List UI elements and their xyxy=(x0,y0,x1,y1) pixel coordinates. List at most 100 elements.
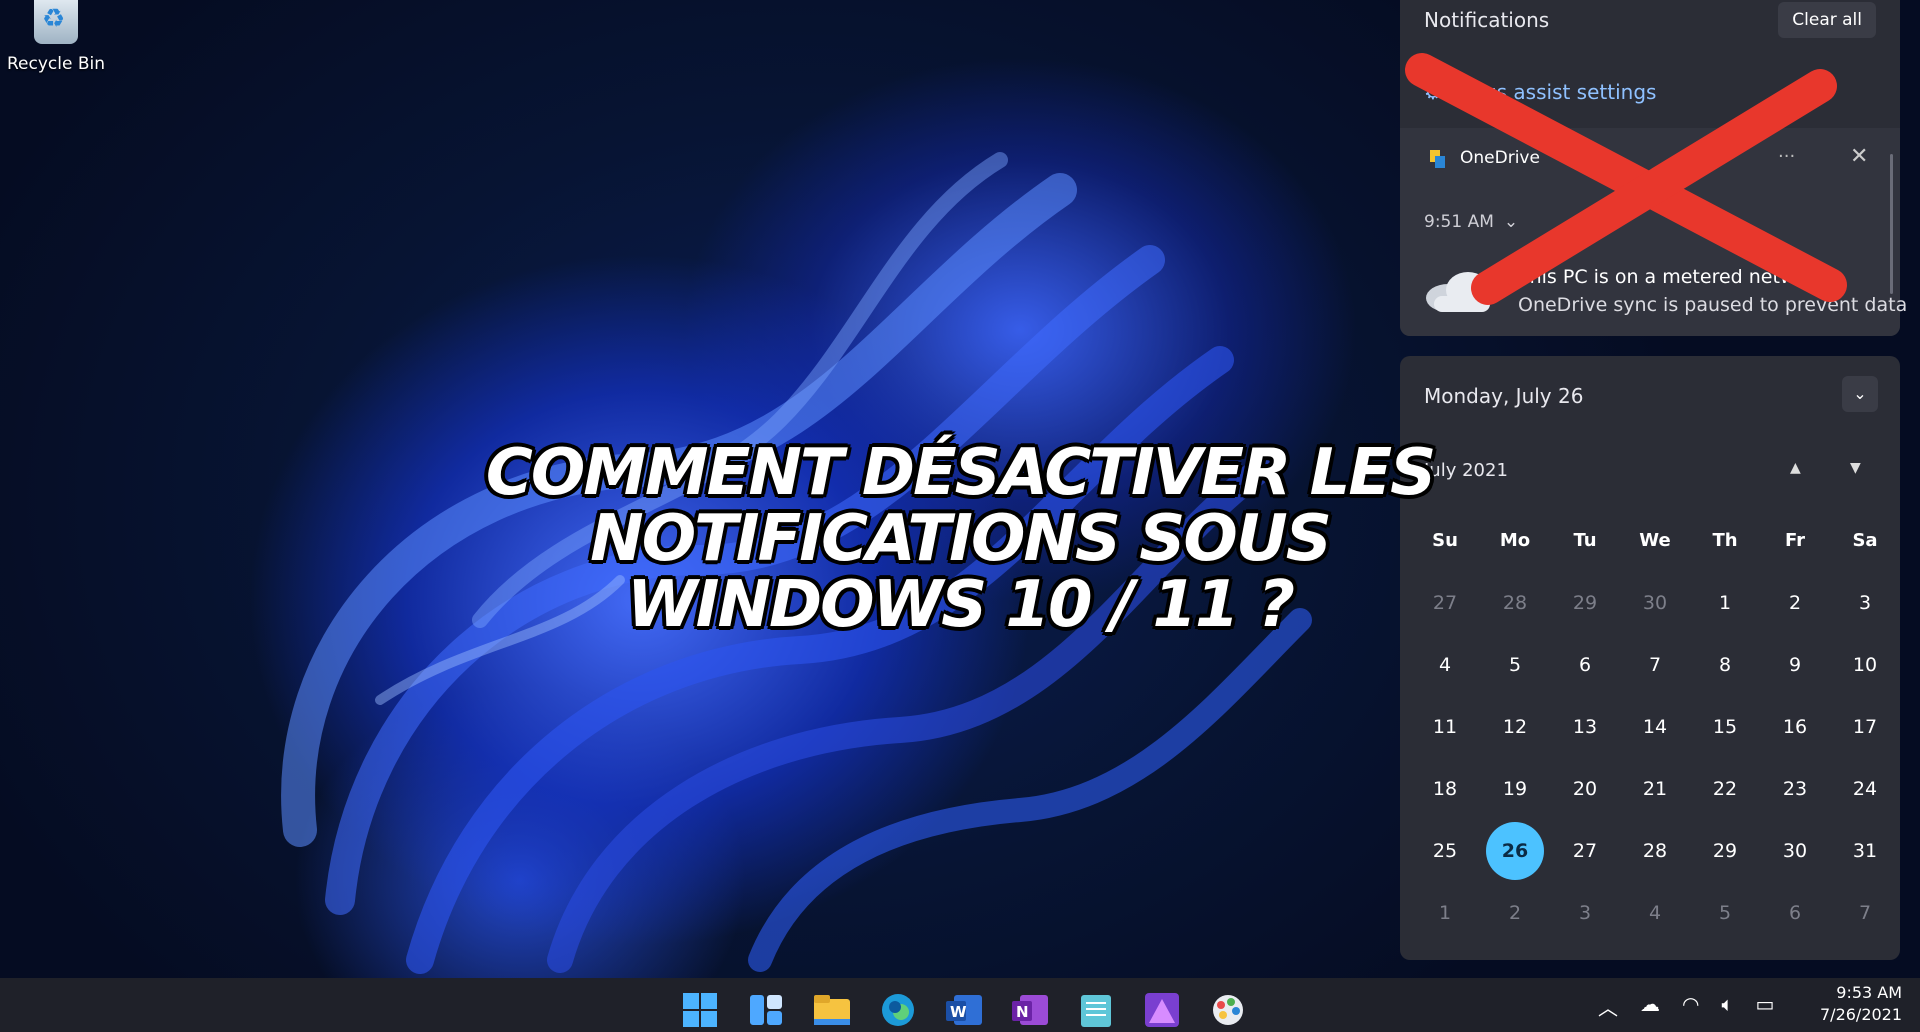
calendar-day-number: 8 xyxy=(1718,654,1732,676)
paint-icon[interactable] xyxy=(1204,988,1252,1032)
calendar-day[interactable]: 31 xyxy=(1830,820,1900,882)
chevron-up-icon[interactable]: ︿ xyxy=(1598,992,1618,1021)
calendar-day[interactable]: 16 xyxy=(1760,696,1830,758)
calendar-day-number: 6 xyxy=(1578,654,1592,676)
calendar-day[interactable]: 27 xyxy=(1550,820,1620,882)
calendar-day-number: 10 xyxy=(1852,654,1878,676)
calendar-day[interactable]: 6 xyxy=(1550,634,1620,696)
calendar-day[interactable]: 6 xyxy=(1760,882,1830,944)
calendar-day-number: 13 xyxy=(1572,716,1598,738)
widgets-icon[interactable] xyxy=(742,988,790,1032)
affinity-icon[interactable] xyxy=(1138,988,1186,1032)
recycle-bin-label: Recycle Bin xyxy=(6,54,105,74)
recycle-bin-shortcut[interactable]: Recycle Bin xyxy=(6,0,106,90)
weekday-header: We xyxy=(1639,530,1671,551)
weekday-header: Th xyxy=(1712,530,1738,551)
start-icon[interactable] xyxy=(676,988,724,1032)
calendar-day[interactable]: 20 xyxy=(1550,758,1620,820)
clear-all-button[interactable]: Clear all xyxy=(1778,2,1876,38)
onedrive-notification[interactable]: OneDrive ··· ✕ 9:51 AM ⌄ This PC is on a … xyxy=(1400,128,1907,336)
calendar-day[interactable]: 28 xyxy=(1620,820,1690,882)
collapse-calendar-button[interactable]: ⌄ xyxy=(1842,376,1878,412)
calendar-date-header: Monday, July 26 xyxy=(1424,384,1584,408)
focus-assist-settings-link[interactable]: ⚙ Focus assist settings xyxy=(1424,80,1656,104)
calendar-day-number: 24 xyxy=(1852,778,1878,800)
svg-text:W: W xyxy=(950,1003,967,1021)
svg-text:N: N xyxy=(1016,1003,1029,1021)
calendar-day[interactable]: 7 xyxy=(1830,882,1900,944)
calendar-day[interactable]: 7 xyxy=(1620,634,1690,696)
calendar-day-number: 14 xyxy=(1642,716,1668,738)
wifi-icon[interactable]: ◠ xyxy=(1682,992,1699,1021)
next-month-button[interactable]: ▼ xyxy=(1850,460,1861,476)
calendar-day[interactable]: 1 xyxy=(1410,882,1480,944)
calendar-day[interactable]: 21 xyxy=(1620,758,1690,820)
calendar-day[interactable]: 5 xyxy=(1480,634,1550,696)
calendar-day[interactable]: 25 xyxy=(1410,820,1480,882)
onenote-icon[interactable]: N xyxy=(1006,988,1054,1032)
recycle-bin-icon xyxy=(34,0,78,44)
calendar-day[interactable]: 15 xyxy=(1690,696,1760,758)
toast-app-name: OneDrive xyxy=(1460,148,1540,168)
calendar-day[interactable]: 24 xyxy=(1830,758,1900,820)
calendar-day-number: 28 xyxy=(1642,840,1668,862)
calendar-day[interactable]: 11 xyxy=(1410,696,1480,758)
calendar-day[interactable]: 1 xyxy=(1690,572,1760,634)
calendar-day-number: 1 xyxy=(1438,902,1452,924)
notepad-icon[interactable] xyxy=(1072,988,1120,1032)
volume-icon[interactable]: 🔈︎ xyxy=(1721,992,1733,1021)
edge-icon[interactable] xyxy=(874,988,922,1032)
calendar-day-number: 6 xyxy=(1788,902,1802,924)
calendar-day-number: 29 xyxy=(1712,840,1738,862)
calendar-day[interactable]: 10 xyxy=(1830,634,1900,696)
calendar-day[interactable]: 4 xyxy=(1410,634,1480,696)
chevron-down-icon: ⌄ xyxy=(1853,384,1867,403)
notification-scrollbar[interactable] xyxy=(1890,154,1893,294)
calendar-day-number: 20 xyxy=(1572,778,1598,800)
calendar-day[interactable]: 30 xyxy=(1620,572,1690,634)
calendar-day[interactable]: 17 xyxy=(1830,696,1900,758)
toast-time[interactable]: 9:51 AM ⌄ xyxy=(1424,212,1518,232)
taskbar-clock[interactable]: 9:53 AM 7/26/2021 xyxy=(1820,982,1902,1026)
calendar-day-number: 26 xyxy=(1486,822,1544,880)
calendar-day[interactable]: 2 xyxy=(1760,572,1830,634)
article-headline: COMMENT DÉSACTIVER LES NOTIFICATIONS SOU… xyxy=(300,440,1620,638)
calendar-day[interactable]: 22 xyxy=(1690,758,1760,820)
word-icon[interactable]: W xyxy=(940,988,988,1032)
calendar-day[interactable]: 9 xyxy=(1760,634,1830,696)
calendar-day-number: 27 xyxy=(1572,840,1598,862)
calendar-day[interactable]: 19 xyxy=(1480,758,1550,820)
calendar-day[interactable]: 30 xyxy=(1760,820,1830,882)
battery-icon[interactable]: ▭ xyxy=(1755,992,1774,1021)
calendar-day-number: 16 xyxy=(1782,716,1808,738)
calendar-day[interactable]: 3 xyxy=(1550,882,1620,944)
calendar-day[interactable]: 23 xyxy=(1760,758,1830,820)
calendar-day[interactable]: 8 xyxy=(1690,634,1760,696)
calendar-day[interactable]: 5 xyxy=(1690,882,1760,944)
close-notification-button[interactable]: ✕ xyxy=(1850,144,1868,169)
onedrive-app-icon xyxy=(1430,150,1445,168)
previous-month-button[interactable]: ▲ xyxy=(1790,460,1801,476)
focus-assist-label: Focus assist settings xyxy=(1449,80,1657,104)
calendar-day[interactable]: 2 xyxy=(1480,882,1550,944)
onedrive-icon[interactable]: ☁ xyxy=(1640,992,1660,1021)
calendar-day[interactable]: 12 xyxy=(1480,696,1550,758)
calendar-day[interactable]: 14 xyxy=(1620,696,1690,758)
calendar-day-number: 21 xyxy=(1642,778,1668,800)
calendar-day[interactable]: 18 xyxy=(1410,758,1480,820)
calendar-day-number: 23 xyxy=(1782,778,1808,800)
calendar-day-number: 7 xyxy=(1858,902,1872,924)
more-options-button[interactable]: ··· xyxy=(1778,146,1795,167)
calendar-day-today[interactable]: 26 xyxy=(1480,820,1550,882)
calendar-day[interactable]: 29 xyxy=(1690,820,1760,882)
calendar-day[interactable]: 3 xyxy=(1830,572,1900,634)
calendar-day[interactable]: 13 xyxy=(1550,696,1620,758)
calendar-day-number: 31 xyxy=(1852,840,1878,862)
file-explorer-icon[interactable] xyxy=(808,988,856,1032)
taskbar-apps: WN xyxy=(676,988,1252,1032)
calendar-day[interactable]: 4 xyxy=(1620,882,1690,944)
cloud-icon xyxy=(1426,272,1490,312)
clock-date: 7/26/2021 xyxy=(1820,1005,1903,1024)
calendar-day-number: 2 xyxy=(1508,902,1522,924)
taskbar: WN ︿ ☁ ◠ 🔈︎ ▭ 9:53 AM 7/26/2021 xyxy=(0,978,1920,1032)
